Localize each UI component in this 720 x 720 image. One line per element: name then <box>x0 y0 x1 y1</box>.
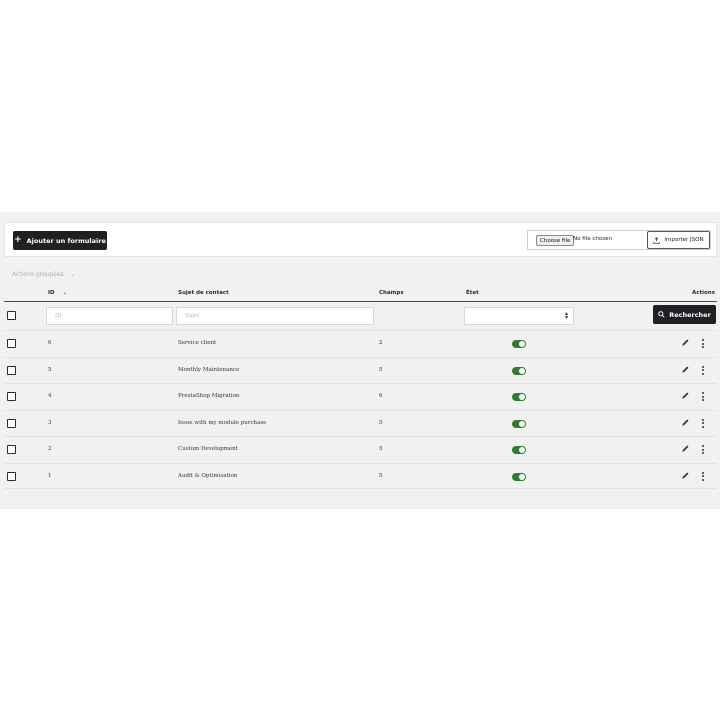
search-label: Rechercher <box>669 310 711 319</box>
chevron-down-icon: ⌄ <box>70 271 76 278</box>
kebab-icon[interactable] <box>701 339 705 349</box>
table-row: 2 Custom Development 5 <box>4 436 717 463</box>
toolbar: + Ajouter un formulaire Choose file No f… <box>4 222 717 257</box>
pencil-icon[interactable] <box>681 391 690 400</box>
bulk-actions-label: Actions groupées <box>12 271 64 278</box>
row-fields: 5 <box>379 472 383 479</box>
row-id: 4 <box>48 393 52 399</box>
row-fields: 5 <box>379 419 383 426</box>
table-row: 3 Issue with my module purchase 5 <box>4 409 717 437</box>
add-form-button[interactable]: + Ajouter un formulaire <box>13 231 107 250</box>
pencil-icon[interactable] <box>681 418 690 427</box>
column-header-id-label: ID <box>48 290 55 296</box>
pencil-icon[interactable] <box>681 444 690 453</box>
bulk-actions-dropdown[interactable]: Actions groupées ⌄ <box>12 271 76 278</box>
row-subject: Service client <box>178 340 217 346</box>
status-toggle[interactable] <box>512 446 526 454</box>
pencil-icon[interactable] <box>681 365 690 374</box>
kebab-icon[interactable] <box>701 418 705 429</box>
table-row: 1 Audit & Optimisation 5 <box>4 462 717 489</box>
no-file-text: No file chosen <box>573 236 612 242</box>
table-body: 6 Service client 2 5 Monthly Maintenance… <box>4 330 717 489</box>
subject-filter-input[interactable]: Sujet <box>176 307 374 325</box>
import-json-label: Importer JSON <box>664 237 704 243</box>
row-subject: Custom Development <box>178 446 238 452</box>
row-checkbox[interactable] <box>7 445 16 454</box>
kebab-icon[interactable] <box>701 445 705 455</box>
kebab-icon[interactable] <box>701 365 705 376</box>
row-subject: Issue with my module purchase <box>178 419 267 426</box>
table-row: 4 PrestaShop Migration 6 <box>4 383 717 410</box>
row-checkbox[interactable] <box>7 471 16 481</box>
row-checkbox[interactable] <box>7 392 16 401</box>
row-subject: Monthly Maintenance <box>178 366 240 373</box>
column-header-fields: Champs <box>379 290 404 296</box>
status-toggle[interactable] <box>512 472 526 481</box>
plus-icon: + <box>14 235 22 245</box>
row-fields: 2 <box>379 340 383 346</box>
kebab-icon[interactable] <box>701 471 705 482</box>
status-toggle[interactable] <box>512 419 526 428</box>
row-fields: 6 <box>379 393 383 399</box>
row-fields: 5 <box>379 446 383 452</box>
import-json-button[interactable]: Importer JSON <box>647 231 710 249</box>
forms-panel: + Ajouter un formulaire Choose file No f… <box>0 212 720 509</box>
sort-chevron-icon: ⌄ <box>62 290 68 296</box>
select-arrows-icon: ▴ ▾ <box>564 310 568 321</box>
kebab-icon[interactable] <box>701 392 705 402</box>
id-filter-input[interactable]: ID <box>46 307 173 325</box>
row-id: 6 <box>48 340 52 346</box>
filter-row: ID Sujet ▴ ▾ Rechercher <box>4 302 717 330</box>
status-toggle[interactable] <box>512 340 526 348</box>
column-header-id[interactable]: ID ⌄ <box>48 290 67 296</box>
row-checkbox[interactable] <box>7 339 16 348</box>
search-icon <box>658 311 665 318</box>
pencil-icon[interactable] <box>681 471 690 480</box>
row-checkbox[interactable] <box>7 418 16 428</box>
table-row: 5 Monthly Maintenance 5 <box>4 356 717 384</box>
select-all-checkbox[interactable] <box>7 311 16 320</box>
row-id: 3 <box>48 419 52 426</box>
column-header-actions: Actions <box>692 290 715 296</box>
table-row: 6 Service client 2 <box>4 330 717 357</box>
row-subject: PrestaShop Migration <box>178 393 240 399</box>
row-checkbox[interactable] <box>7 365 16 375</box>
row-fields: 5 <box>379 366 383 373</box>
row-subject: Audit & Optimisation <box>178 472 238 479</box>
upload-icon <box>653 236 661 244</box>
row-id: 2 <box>48 446 52 452</box>
add-form-label: Ajouter un formulaire <box>26 236 106 245</box>
status-toggle[interactable] <box>512 393 526 401</box>
row-id: 1 <box>48 472 52 479</box>
state-filter-select[interactable]: ▴ ▾ <box>464 307 574 325</box>
status-toggle[interactable] <box>512 366 526 375</box>
pencil-icon[interactable] <box>681 338 690 347</box>
search-button[interactable]: Rechercher <box>653 305 716 324</box>
column-header-subject: Sujet de contact <box>178 290 229 296</box>
column-header-state: État <box>466 290 479 296</box>
row-id: 5 <box>48 366 52 373</box>
choose-file-button[interactable]: Choose file <box>536 235 575 246</box>
